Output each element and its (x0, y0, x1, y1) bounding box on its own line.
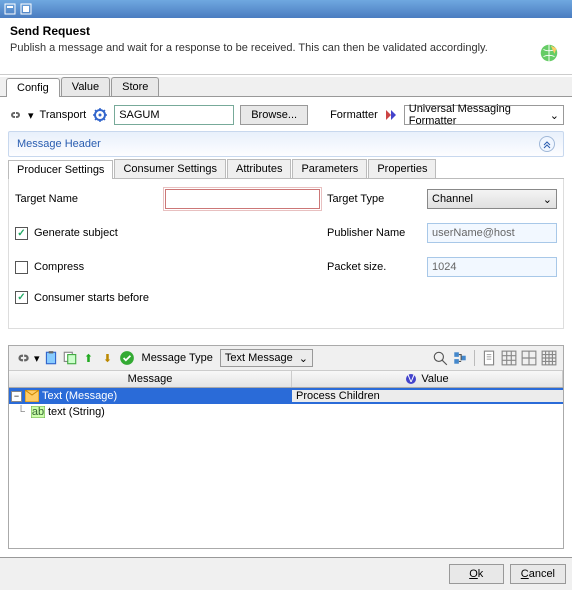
chevron-down-icon: ⌄ (299, 352, 308, 365)
link-icon[interactable] (15, 350, 31, 366)
tab-store[interactable]: Store (111, 77, 159, 96)
root-value: Process Children (292, 390, 563, 402)
cancel-button[interactable]: Cancel (510, 564, 566, 584)
zoom-icon[interactable] (432, 350, 448, 366)
publisher-name-input[interactable] (427, 223, 557, 243)
formatter-value: Universal Messaging Formatter (409, 103, 550, 127)
subtab-consumer[interactable]: Consumer Settings (114, 159, 226, 178)
grid-small-icon[interactable] (541, 350, 557, 366)
subtab-producer[interactable]: Producer Settings (8, 160, 113, 179)
tree-child-row[interactable]: └ ab text (String) (9, 404, 563, 420)
formatter-icon (384, 108, 398, 122)
generate-subject-checkbox[interactable] (15, 227, 28, 240)
col-value: V Value (292, 371, 563, 387)
transport-row: ▾ Transport Browse... Formatter Universa… (8, 105, 564, 125)
collapse-button[interactable] (539, 136, 555, 152)
target-name-label: Target Name (15, 193, 165, 205)
tree-header: Message V Value (9, 371, 563, 388)
dialog-footer: Ok Cancel (0, 557, 572, 590)
header-panel: Send Request Publish a message and wait … (0, 18, 572, 75)
target-type-select[interactable]: Channel ⌄ (427, 189, 557, 209)
dialog-description: Publish a message and wait for a respons… (10, 42, 562, 54)
producer-form: Target Name Target Type Channel ⌄ Genera… (8, 179, 564, 329)
string-node-icon: ab (31, 406, 45, 418)
transport-input[interactable] (114, 105, 234, 125)
subtab-parameters[interactable]: Parameters (292, 159, 367, 178)
title-bar (0, 0, 572, 18)
tree-area[interactable]: − Text (Message) Process Children └ ab t… (9, 388, 563, 548)
titlebar-icon-2 (20, 3, 32, 15)
tab-value[interactable]: Value (61, 77, 110, 96)
collapse-node-icon[interactable]: − (11, 391, 22, 402)
svg-text:ab: ab (32, 406, 44, 418)
section-title: Message Header (17, 138, 101, 150)
message-type-select[interactable]: Text Message ⌄ (220, 349, 313, 367)
paste-icon[interactable] (43, 350, 59, 366)
formatter-select[interactable]: Universal Messaging Formatter ⌄ (404, 105, 564, 125)
chevron-down-icon: ⌄ (543, 193, 552, 206)
generate-subject-label: Generate subject (34, 227, 118, 239)
ok-button[interactable]: Ok (449, 564, 504, 584)
message-node-icon (25, 390, 39, 402)
compress-label: Compress (34, 261, 84, 273)
tab-config[interactable]: Config (6, 78, 60, 97)
consumer-starts-label: Consumer starts before (34, 292, 149, 304)
arrow-down-icon[interactable]: ⬇ (100, 350, 116, 366)
main-tabs: Config Value Store (0, 77, 572, 97)
dropdown-arrow-icon[interactable]: ▾ (28, 109, 34, 122)
document-icon[interactable] (481, 350, 497, 366)
copy-icon[interactable] (62, 350, 78, 366)
compress-checkbox[interactable] (15, 261, 28, 274)
message-type-label: Message Type (142, 352, 213, 364)
link-icon (8, 108, 22, 122)
header-subtabs: Producer Settings Consumer Settings Attr… (8, 159, 564, 179)
dropdown-arrow-icon[interactable]: ▾ (34, 352, 40, 365)
svg-text:V: V (408, 373, 416, 385)
chevron-down-icon: ⌄ (550, 109, 559, 122)
tree-elbow-icon: └ (11, 406, 31, 418)
view-tools (432, 350, 557, 366)
transport-label: Transport (40, 109, 87, 121)
child-node-label: text (String) (48, 406, 105, 418)
arrow-up-icon[interactable]: ⬆ (81, 350, 97, 366)
packet-size-label: Packet size. (327, 261, 427, 273)
root-node-label: Text (Message) (42, 390, 117, 402)
formatter-label: Formatter (330, 109, 378, 121)
message-header-section: Message Header (8, 131, 564, 157)
col-message: Message (9, 371, 292, 387)
target-name-input[interactable] (165, 189, 320, 209)
gear-icon (92, 107, 108, 123)
subtab-properties[interactable]: Properties (368, 159, 436, 178)
tree-root-row[interactable]: − Text (Message) Process Children (9, 388, 563, 404)
dialog-title: Send Request (10, 24, 562, 38)
tree-expand-icon[interactable] (452, 350, 468, 366)
header-globe-icon (538, 42, 560, 64)
message-toolbar: ▾ ⬆ ⬇ Message Type Text Message ⌄ (9, 346, 563, 371)
target-type-label: Target Type (327, 193, 427, 205)
target-type-value: Channel (432, 193, 473, 205)
message-type-value: Text Message (225, 352, 293, 364)
message-panel: ▾ ⬆ ⬇ Message Type Text Message ⌄ Messag… (8, 345, 564, 549)
value-column-icon: V (405, 373, 417, 385)
packet-size-input[interactable] (427, 257, 557, 277)
consumer-starts-checkbox[interactable] (15, 291, 28, 304)
browse-button[interactable]: Browse... (240, 105, 308, 125)
valid-icon[interactable] (119, 350, 135, 366)
grid-large-icon[interactable] (501, 350, 517, 366)
grid-medium-icon[interactable] (521, 350, 537, 366)
subtab-attributes[interactable]: Attributes (227, 159, 291, 178)
publisher-name-label: Publisher Name (327, 227, 427, 239)
titlebar-icon-1 (4, 3, 16, 15)
config-body: ▾ Transport Browse... Formatter Universa… (0, 97, 572, 337)
